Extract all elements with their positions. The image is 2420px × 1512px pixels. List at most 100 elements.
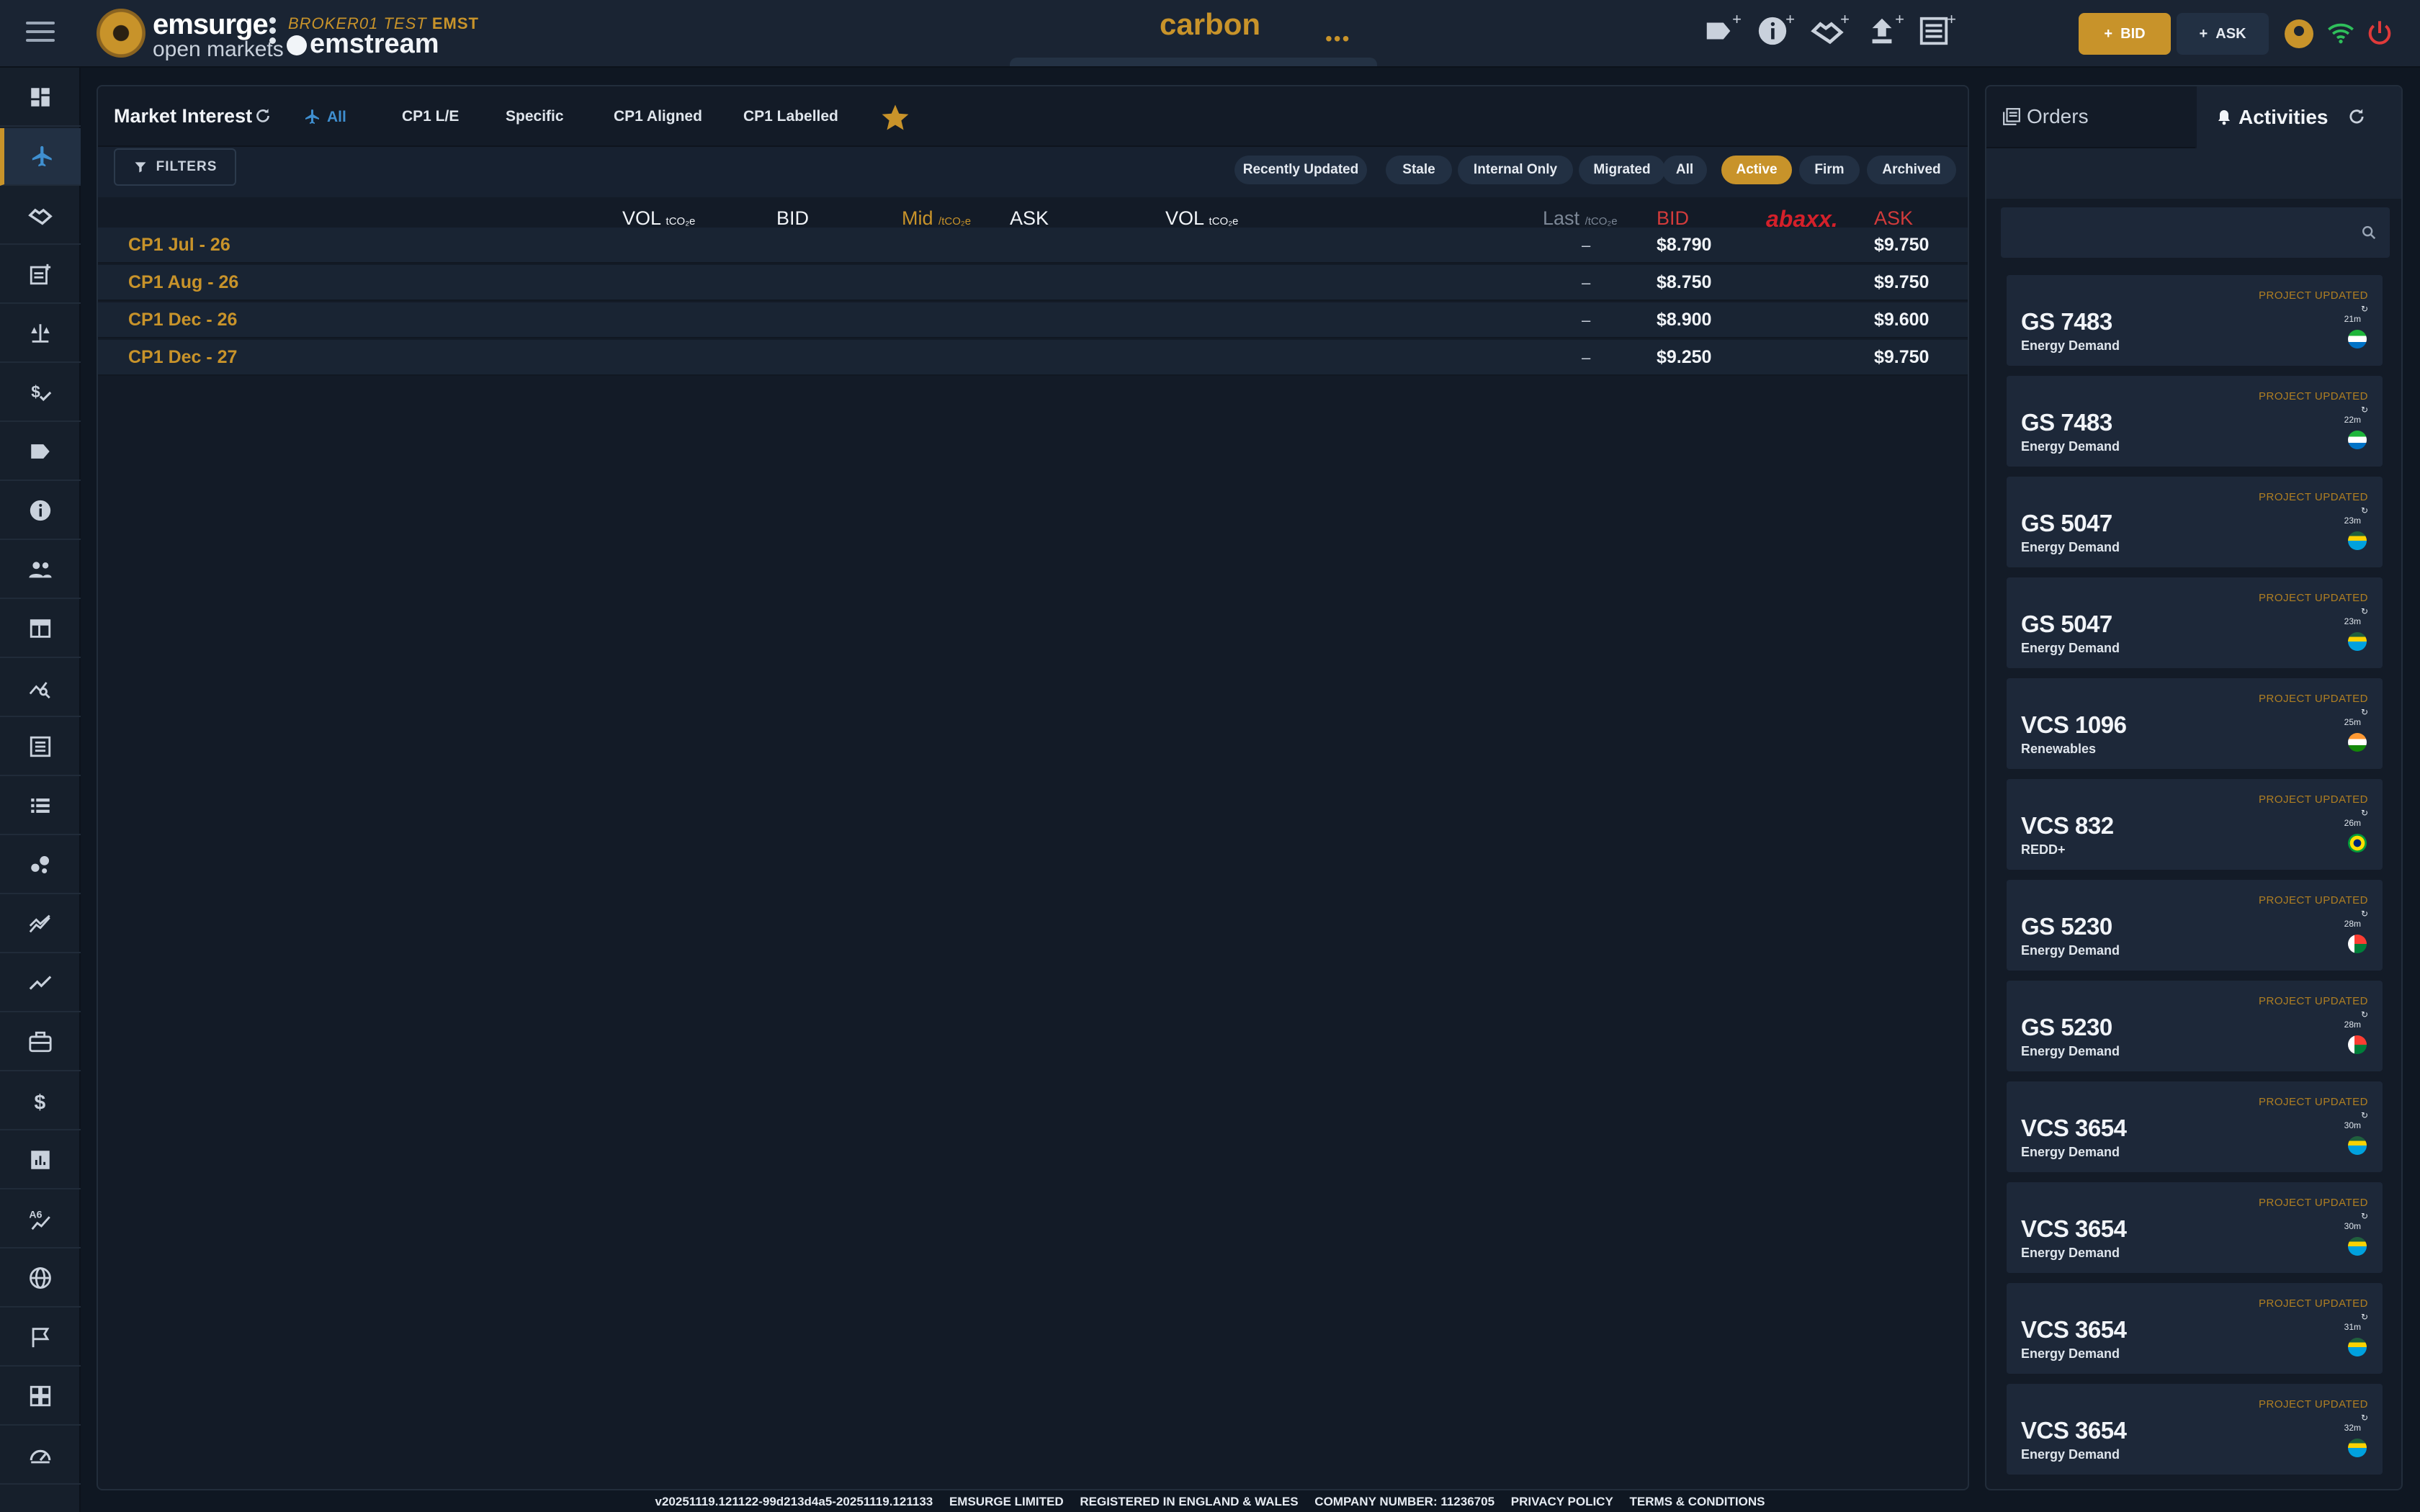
tab-activities[interactable]: Activities	[2197, 86, 2401, 148]
sidebar-item-dashboard[interactable]	[0, 69, 81, 127]
activity-type: PROJECT UPDATED	[2259, 390, 2368, 402]
brand-logo[interactable]: emsurge open markets	[153, 10, 284, 60]
sidebar-item-price-check[interactable]: $	[0, 364, 81, 422]
activity-card[interactable]: PROJECT UPDATED VCS 832 REDD+ ↻ 26m	[2007, 779, 2383, 870]
madagascar-flag-icon	[2348, 935, 2367, 953]
tab-cp1-le[interactable]: CP1 L/E	[402, 108, 459, 125]
activity-card[interactable]: PROJECT UPDATED VCS 3654 Energy Demand ↻ 32m	[2007, 1384, 2383, 1475]
activity-card[interactable]: PROJECT UPDATED GS 7483 Energy Demand ↻ 22m	[2007, 376, 2383, 467]
sidebar-item-globe[interactable]	[0, 1250, 81, 1308]
activity-card[interactable]: PROJECT UPDATED VCS 3654 Energy Demand ↻ 30m	[2007, 1182, 2383, 1273]
sidebar-item-speed[interactable]	[0, 1427, 81, 1485]
updated-icon: ↻	[2360, 1211, 2368, 1221]
table-row[interactable]: CP1 Jul - 26 – $8.790 $9.750	[98, 228, 1968, 264]
chip-active[interactable]: Active	[1721, 156, 1792, 184]
privacy-policy-link[interactable]: PRIVACY POLICY	[1511, 1495, 1613, 1508]
activity-card[interactable]: PROJECT UPDATED VCS 1096 Renewables ↻ 25m	[2007, 678, 2383, 769]
chip-migrated[interactable]: Migrated	[1579, 156, 1665, 184]
project-name: VCS 3654	[2021, 1215, 2127, 1242]
activity-panel: Orders Activities PROJECT UPDATED GS 7483…	[1985, 85, 2403, 1490]
activity-card[interactable]: PROJECT UPDATED GS 5047 Energy Demand ↻ 23m	[2007, 577, 2383, 668]
sidebar-item-analytics[interactable]	[0, 1132, 81, 1189]
tab-cp1-labelled[interactable]: CP1 Labelled	[743, 108, 838, 125]
activity-card[interactable]: PROJECT UPDATED VCS 3654 Energy Demand ↻ 30m	[2007, 1081, 2383, 1172]
chip-archived[interactable]: Archived	[1867, 156, 1956, 184]
sidebar-item-show-chart[interactable]	[0, 955, 81, 1012]
project-name: GS 7483	[2021, 409, 2112, 436]
sidebar-item-apps[interactable]	[0, 1368, 81, 1426]
info-icon	[30, 500, 51, 521]
tab-label: All	[327, 109, 346, 125]
refresh-icon[interactable]	[2347, 107, 2367, 127]
sidebar-item-balance[interactable]	[0, 305, 81, 363]
sidebar-item-list[interactable]	[0, 778, 81, 835]
app-switcher-icon[interactable]	[269, 17, 277, 48]
search-icon[interactable]	[2361, 225, 2377, 240]
favourites-star-icon[interactable]	[880, 102, 910, 132]
sidebar-item-labels[interactable]	[0, 423, 81, 481]
bid-button-label: BID	[2120, 25, 2146, 42]
new-label-button[interactable]: +	[1703, 10, 1742, 53]
new-info-button[interactable]: +	[1756, 10, 1795, 53]
tab-cp1-aligned[interactable]: CP1 Aligned	[614, 108, 702, 125]
ask-button-label: ASK	[2215, 25, 2246, 42]
power-icon[interactable]	[2365, 19, 2394, 48]
activity-card[interactable]: PROJECT UPDATED GS 5230 Energy Demand ↻ 28m	[2007, 880, 2383, 971]
contract-name: CP1 Dec - 27	[128, 347, 238, 367]
user-avatar[interactable]	[2285, 19, 2313, 48]
new-bid-button[interactable]: + BID	[2079, 13, 2171, 55]
activity-card[interactable]: PROJECT UPDATED VCS 3654 Energy Demand ↻ 31m	[2007, 1283, 2383, 1374]
sidebar-item-bubble[interactable]	[0, 837, 81, 894]
sidebar-item-deals[interactable]	[0, 187, 81, 245]
updated-icon: ↻	[2360, 1110, 2368, 1120]
upload-button[interactable]: +	[1865, 10, 1904, 53]
chip-firm[interactable]: Firm	[1799, 156, 1860, 184]
sidebar-item-table[interactable]	[0, 600, 81, 658]
table-row[interactable]: CP1 Dec - 26 – $8.900 $9.600	[98, 302, 1968, 338]
chip-recently-updated[interactable]: Recently Updated	[1234, 156, 1367, 184]
activity-search-input[interactable]	[2001, 207, 2347, 258]
new-list-button[interactable]: +	[1917, 10, 1956, 53]
chip-all[interactable]: All	[1662, 156, 1707, 184]
sidebar-item-translate[interactable]: A6	[0, 1191, 81, 1248]
product-more-icon[interactable]: •••	[1325, 27, 1350, 50]
sidebar-item-people[interactable]	[0, 541, 81, 599]
activity-type: PROJECT UPDATED	[2259, 289, 2368, 302]
column-vol-bid: VOL tCO₂e	[622, 207, 695, 230]
updated-icon: ↻	[2360, 707, 2368, 717]
sidebar-item-query-stats[interactable]	[0, 660, 81, 717]
sidebar-item-list-alt[interactable]	[0, 719, 81, 776]
refresh-icon[interactable]	[254, 107, 272, 125]
chip-internal-only[interactable]: Internal Only	[1458, 156, 1573, 184]
table-row[interactable]: CP1 Dec - 27 – $9.250 $9.750	[98, 340, 1968, 376]
upload-icon	[1872, 18, 1892, 44]
menu-icon[interactable]	[26, 22, 55, 46]
sidebar-item-pricing[interactable]: $	[0, 1073, 81, 1130]
tab-orders[interactable]: Orders	[1986, 86, 2195, 148]
tab-specific[interactable]: Specific	[506, 108, 564, 125]
sidebar-item-market-interest[interactable]	[0, 128, 81, 186]
plane-icon	[305, 109, 319, 124]
rwanda-flag-icon	[2348, 1136, 2367, 1155]
activity-card[interactable]: PROJECT UPDATED GS 5047 Energy Demand ↻ 23m	[2007, 477, 2383, 567]
sidebar-item-multiline[interactable]	[0, 896, 81, 953]
sidebar-item-portfolio[interactable]	[0, 1014, 81, 1071]
table-row[interactable]: CP1 Aug - 26 – $8.750 $9.750	[98, 265, 1968, 301]
terms-link[interactable]: TERMS & CONDITIONS	[1630, 1495, 1765, 1508]
activity-card[interactable]: PROJECT UPDATED GS 7483 Energy Demand ↻ 21m	[2007, 275, 2383, 366]
activity-card[interactable]: PROJECT UPDATED GS 5230 Energy Demand ↻ 28m	[2007, 981, 2383, 1071]
project-category: Energy Demand	[2021, 1044, 2120, 1058]
brand-sub: open markets	[153, 37, 284, 61]
tab-all[interactable]: All	[304, 108, 346, 126]
new-ask-button[interactable]: + ASK	[2177, 13, 2269, 55]
chip-stale[interactable]: Stale	[1386, 156, 1452, 184]
sidebar-item-info[interactable]	[0, 482, 81, 540]
filters-button[interactable]: FILTERS	[114, 148, 236, 186]
product-selector[interactable]: carbon	[1124, 7, 1296, 42]
plus-icon: +	[1785, 10, 1795, 28]
sidebar-item-flag[interactable]	[0, 1309, 81, 1367]
plus-icon: +	[2199, 25, 2208, 42]
sidebar-item-post[interactable]	[0, 246, 81, 304]
new-deal-button[interactable]: +	[1811, 10, 1850, 53]
activity-time: 28m	[2344, 919, 2361, 929]
